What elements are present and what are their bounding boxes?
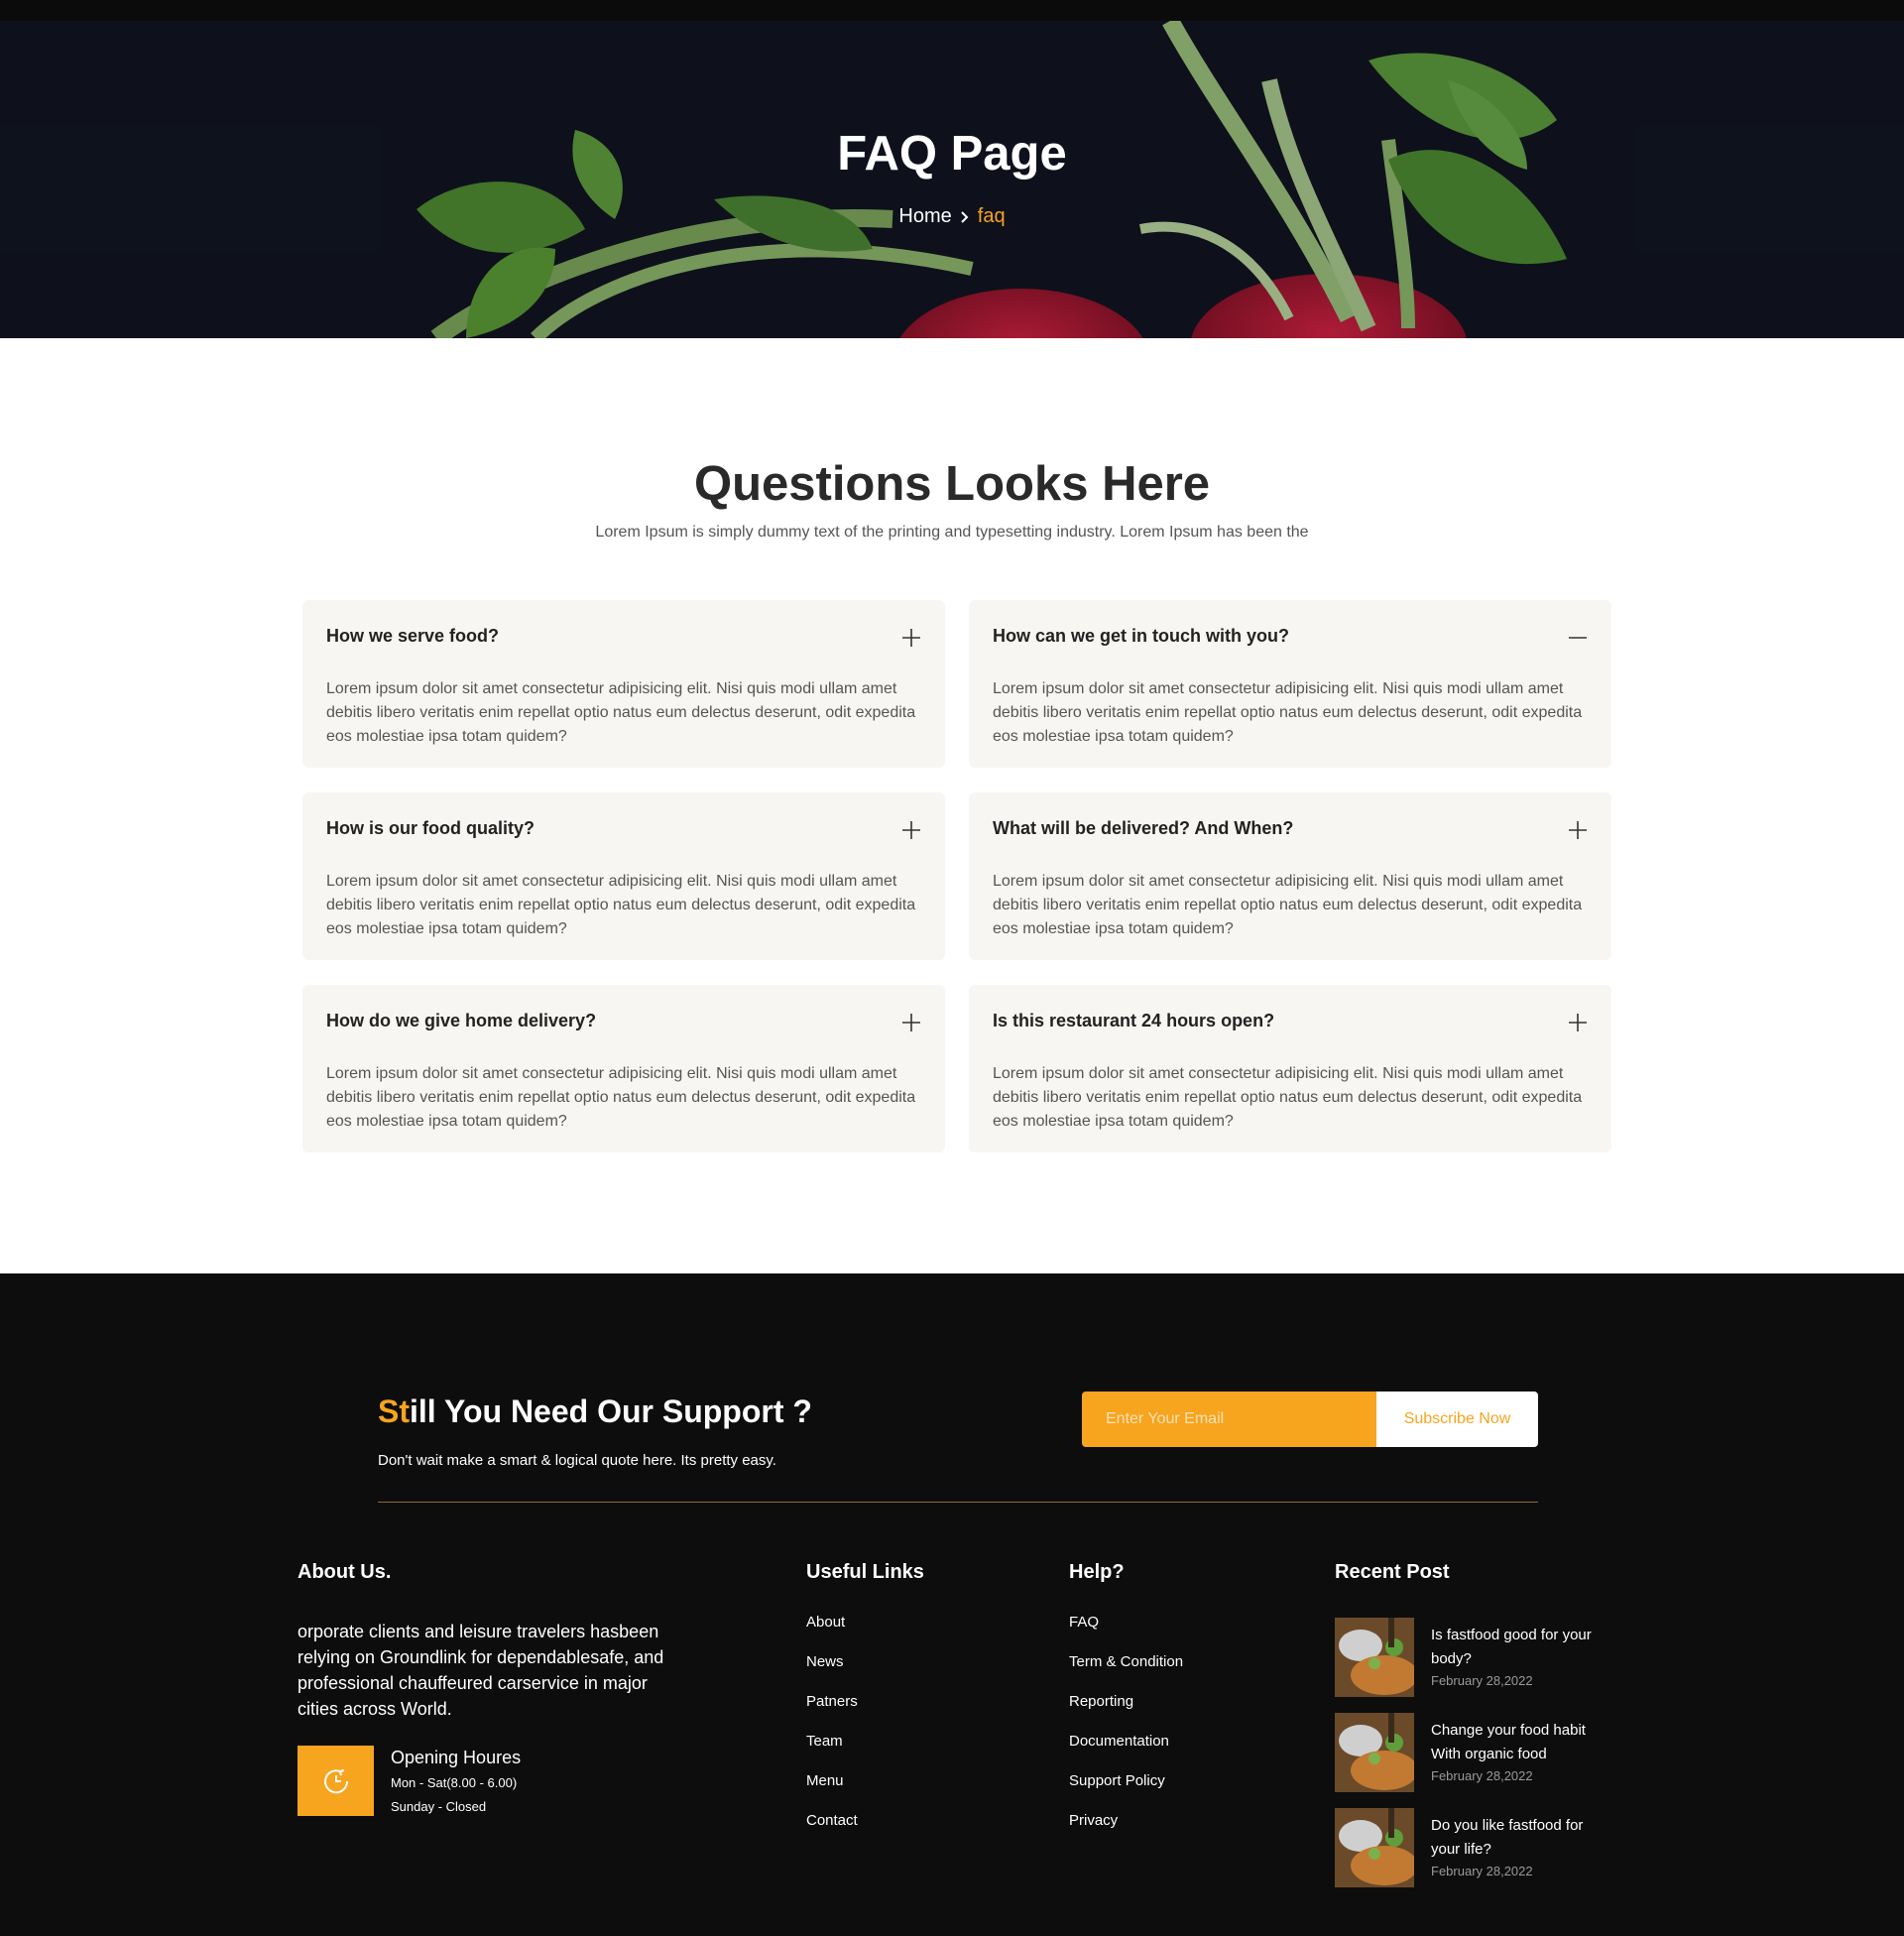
- plus-icon[interactable]: [901, 820, 921, 840]
- breadcrumb-home-link[interactable]: Home: [898, 205, 951, 228]
- faq-question[interactable]: How do we give home delivery?: [326, 1011, 596, 1031]
- post-date: February 28,2022: [1431, 1768, 1533, 1783]
- help-links-list: FAQ Term & Condition Reporting Documenta…: [1069, 1614, 1183, 1852]
- faq-question[interactable]: How can we get in touch with you?: [993, 626, 1289, 647]
- email-input[interactable]: [1082, 1392, 1376, 1447]
- faq-item[interactable]: How can we get in touch with you? Lorem …: [969, 600, 1611, 768]
- faq-answer: Lorem ipsum dolor sit amet consectetur a…: [326, 680, 916, 745]
- footer-link-partners[interactable]: Patners: [806, 1693, 858, 1733]
- hours-weekdays: Mon - Sat(8.00 - 6.00): [391, 1775, 518, 1790]
- footer-link-support-policy[interactable]: Support Policy: [1069, 1772, 1183, 1812]
- useful-links-list: About News Patners Team Menu Contact: [806, 1614, 858, 1852]
- hero-banner: FAQ Page Home faq: [0, 21, 1904, 338]
- chevron-right-icon: [961, 210, 969, 223]
- plus-icon[interactable]: [901, 1013, 921, 1032]
- faq-subheading: Lorem Ipsum is simply dummy text of the …: [595, 524, 1309, 541]
- faq-heading: Questions Looks Here: [693, 457, 1211, 511]
- footer-link-documentation[interactable]: Documentation: [1069, 1733, 1183, 1772]
- recent-post-item[interactable]: Do you like fastfood for your life? Febr…: [1335, 1808, 1593, 1887]
- post-thumbnail[interactable]: [1335, 1713, 1414, 1792]
- footer-link-privacy[interactable]: Privacy: [1069, 1812, 1183, 1852]
- footer-link-terms[interactable]: Term & Condition: [1069, 1653, 1183, 1693]
- faq-item[interactable]: How do we give home delivery? Lorem ipsu…: [302, 985, 945, 1152]
- footer-link-news[interactable]: News: [806, 1653, 858, 1693]
- about-title: About Us.: [298, 1561, 392, 1583]
- faq-question[interactable]: What will be delivered? And When?: [993, 818, 1293, 839]
- post-title[interactable]: Do you like fastfood for your life?: [1431, 1814, 1605, 1862]
- recent-post-item[interactable]: Is fastfood good for your body? February…: [1335, 1618, 1593, 1697]
- plus-icon[interactable]: [901, 628, 921, 648]
- footer-link-faq[interactable]: FAQ: [1069, 1614, 1183, 1653]
- hours-title: Opening Houres: [391, 1748, 522, 1767]
- faq-question[interactable]: How is our food quality?: [326, 818, 535, 839]
- faq-item[interactable]: How we serve food? Lorem ipsum dolor sit…: [302, 600, 945, 768]
- support-title: Still You Need Our Support ?: [378, 1393, 812, 1430]
- footer-divider: [378, 1502, 1538, 1503]
- plus-icon[interactable]: [1568, 1013, 1588, 1032]
- minus-icon[interactable]: [1568, 628, 1588, 648]
- recent-post-item[interactable]: Change your food habit With organic food…: [1335, 1713, 1593, 1792]
- faq-answer: Lorem ipsum dolor sit amet consectetur a…: [993, 873, 1583, 937]
- faq-item[interactable]: Is this restaurant 24 hours open? Lorem …: [969, 985, 1611, 1152]
- recent-post-title: Recent Post: [1335, 1561, 1450, 1583]
- subscribe-button[interactable]: Subscribe Now: [1376, 1392, 1538, 1447]
- footer-link-reporting[interactable]: Reporting: [1069, 1693, 1183, 1733]
- post-title[interactable]: Change your food habit With organic food: [1431, 1719, 1605, 1766]
- breadcrumb-current: faq: [977, 205, 1006, 227]
- faq-answer: Lorem ipsum dolor sit amet consectetur a…: [326, 1065, 916, 1130]
- support-subtitle: Don't wait make a smart & logical quote …: [378, 1452, 776, 1469]
- hours-icon-box: [298, 1746, 374, 1816]
- post-date: February 28,2022: [1431, 1864, 1533, 1878]
- footer: Still You Need Our Support ? Don't wait …: [0, 1273, 1904, 1936]
- post-thumbnail[interactable]: [1335, 1618, 1414, 1697]
- plus-icon[interactable]: [1568, 820, 1588, 840]
- page-title: FAQ Page: [837, 127, 1067, 181]
- breadcrumb: Home faq: [0, 205, 1904, 228]
- support-title-rest: ill You Need Our Support ?: [410, 1393, 812, 1429]
- faq-answer: Lorem ipsum dolor sit amet consectetur a…: [993, 680, 1583, 745]
- post-title[interactable]: Is fastfood good for your body?: [1431, 1624, 1605, 1671]
- hours-sunday: Sunday - Closed: [391, 1799, 487, 1814]
- useful-links-title: Useful Links: [806, 1561, 924, 1583]
- help-title: Help?: [1069, 1561, 1125, 1583]
- faq-question[interactable]: Is this restaurant 24 hours open?: [993, 1011, 1274, 1031]
- post-date: February 28,2022: [1431, 1673, 1533, 1688]
- faq-answer: Lorem ipsum dolor sit amet consectetur a…: [326, 873, 916, 937]
- post-thumbnail[interactable]: [1335, 1808, 1414, 1887]
- faq-item[interactable]: What will be delivered? And When? Lorem …: [969, 792, 1611, 960]
- support-title-accent: St: [378, 1393, 410, 1429]
- faq-answer: Lorem ipsum dolor sit amet consectetur a…: [993, 1065, 1583, 1130]
- footer-link-contact[interactable]: Contact: [806, 1812, 858, 1852]
- footer-link-menu[interactable]: Menu: [806, 1772, 858, 1812]
- top-bar: [0, 0, 1904, 21]
- faq-question[interactable]: How we serve food?: [326, 626, 499, 647]
- footer-link-team[interactable]: Team: [806, 1733, 858, 1772]
- clock-icon: [323, 1768, 348, 1793]
- faq-item[interactable]: How is our food quality? Lorem ipsum dol…: [302, 792, 945, 960]
- about-text: orporate clients and leisure travelers h…: [298, 1622, 664, 1719]
- footer-link-about[interactable]: About: [806, 1614, 858, 1653]
